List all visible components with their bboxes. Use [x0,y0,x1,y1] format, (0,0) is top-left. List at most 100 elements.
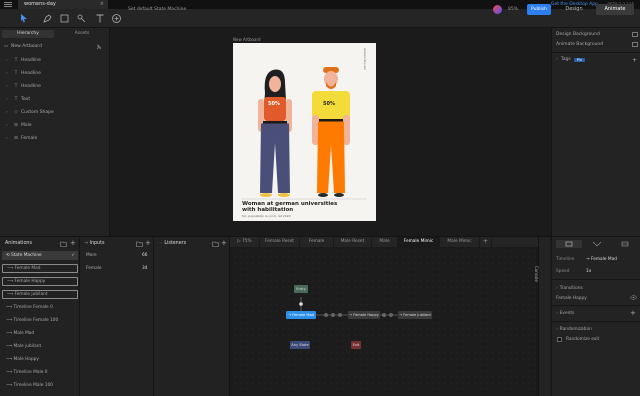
pin-icon[interactable] [96,44,102,50]
folder-icon[interactable] [212,241,219,247]
design-background-swatch[interactable] [632,32,638,37]
node-any-state[interactable]: Any State [290,341,310,349]
chevron-right-icon[interactable]: › [6,69,11,79]
node-female-happy[interactable]: → Female Happy [348,311,380,319]
menu-icon[interactable] [4,1,12,8]
transition-item[interactable]: Female Happy [556,296,587,301]
list-item[interactable]: ⟶ Timeline Male 0 [2,368,78,377]
tree-item-label: Male [21,123,32,128]
tab-hierarchy[interactable]: Hierarchy [2,30,54,38]
node-female-mad[interactable]: → Female Mad [286,311,316,319]
rectangle-tool-icon[interactable] [60,13,69,24]
design-mode-button[interactable]: Design [557,4,591,15]
state-machine-selector[interactable]: Set default State Machine [128,4,186,15]
list-item[interactable]: ⟶ Timeline Female 0 [2,303,78,312]
speed-value[interactable]: 1x [586,269,591,274]
tab-female[interactable]: Female [300,237,334,247]
chevron-right-icon[interactable]: › [6,56,11,66]
folder-icon[interactable] [136,241,143,247]
list-item[interactable]: ⟶ Female jubilant [2,290,78,299]
animate-background-swatch[interactable] [632,42,638,47]
chevron-right-icon[interactable]: › [556,327,558,332]
list-item[interactable]: ⟶ Male Happy [2,355,78,364]
artboard-label[interactable]: New Artboard [233,37,261,42]
inputs-header: ⇥ Inputs [84,239,104,249]
tab-male[interactable]: Male [372,237,398,247]
zoom-level[interactable]: 85% [508,4,518,15]
tab-male-mimic[interactable]: Male Mimic [440,237,480,247]
chevron-right-icon[interactable]: › [6,108,11,118]
tree-item[interactable]: › ⊞ Male [6,121,32,131]
add-icon[interactable] [112,13,121,24]
tree-item[interactable]: › ◇ Custom Shape [6,108,54,118]
add-event-icon[interactable]: + [630,309,636,317]
listeners-header: ⋯ Listeners [158,239,186,249]
tag-badge[interactable]: Pin [573,57,586,62]
tab-female-reset[interactable]: Female Reset [260,237,300,247]
list-item[interactable]: ⟶ Male Mad [2,329,78,338]
graph-zoom-label: 75% [242,239,252,244]
state-tab[interactable] [556,240,582,248]
tree-item[interactable]: › T Headline [6,82,41,92]
add-tag-icon[interactable]: + [632,57,637,64]
input-value[interactable]: 34 [142,266,147,271]
bone-tool-icon[interactable] [77,13,86,24]
chevron-right-icon[interactable]: › [6,82,11,92]
state-graph-canvas[interactable]: Entry → Female Mad → Female Happy → Fema… [232,248,536,394]
animate-mode-button[interactable]: Animate [596,4,634,15]
add-input-icon[interactable]: + [145,239,151,247]
eye-icon[interactable] [630,295,637,300]
node-female-jubilant[interactable]: → Female jubilant [398,311,432,319]
console-strip[interactable] [538,237,550,396]
list-item[interactable]: ⟶ Timeline Male 100 [2,381,78,390]
avatar[interactable] [493,5,502,14]
chevron-right-icon[interactable]: › [556,311,558,316]
close-icon[interactable]: × [100,0,104,9]
chevron-right-icon[interactable]: › [6,121,11,131]
add-layer-icon[interactable]: + [480,237,492,247]
publish-button[interactable]: Publish [527,4,551,15]
listeners-header-label: Listeners [164,241,187,246]
tree-item[interactable]: › T Headline [6,69,41,79]
node-exit[interactable]: Exit [351,341,361,349]
list-item[interactable]: ⟶ Male jubilant [2,342,78,351]
add-animation-icon[interactable]: + [70,239,76,247]
list-item-label: Female Mad [14,266,41,271]
tab-male-reset[interactable]: Male Reset [334,237,372,247]
tab-assets[interactable]: Assets [56,30,108,38]
hierarchy-panel: Hierarchy Assets ▭ New Artboard › T Headli… [0,28,110,236]
tree-item-label: Female [21,136,38,141]
settings-tab[interactable] [612,240,638,248]
tree-item[interactable]: › ⊞ Female [6,134,37,144]
timeline-value[interactable]: → Female Mad [586,257,617,262]
pen-tool-icon[interactable] [43,13,52,24]
input-name[interactable]: More [86,253,97,258]
input-name[interactable]: Female [86,266,102,271]
folder-icon[interactable] [60,241,67,247]
transition-tab[interactable] [584,240,610,248]
artboard[interactable] [233,43,376,221]
document-tab[interactable]: womens-day × [18,0,108,9]
node-entry[interactable]: Entry [294,285,308,293]
play-zoom[interactable]: ▷ 75% [230,237,260,247]
chevron-right-icon[interactable]: › [556,57,558,62]
list-item[interactable]: ⟶ Female Happy [2,277,78,286]
list-item-state-machine[interactable]: ⟲ State Machine ✓ [2,251,78,260]
list-item[interactable]: ⟶ Female Mad [2,264,78,273]
tab-female-mimic[interactable]: Female Mimic [398,237,440,247]
tree-item[interactable]: › T Text [6,95,30,105]
tree-item[interactable]: › T Headline [6,56,41,66]
tree-item-artboard[interactable]: ▭ New Artboard [3,42,42,52]
add-listener-icon[interactable]: + [221,239,227,247]
chevron-right-icon[interactable]: › [6,95,11,105]
chevron-right-icon[interactable]: › [6,134,11,144]
input-value[interactable]: 66 [142,253,147,258]
select-tool-icon[interactable] [20,13,28,24]
timeline-icon: ⟶ [6,370,14,375]
console-label[interactable]: Console [534,266,539,282]
randomize-exit-checkbox[interactable] [557,337,562,342]
inputs-header-label: Inputs [89,241,105,246]
list-item[interactable]: ⟶ Timeline Female 100 [2,316,78,325]
text-tool-icon[interactable] [96,13,104,24]
chevron-right-icon[interactable]: › [556,286,558,291]
